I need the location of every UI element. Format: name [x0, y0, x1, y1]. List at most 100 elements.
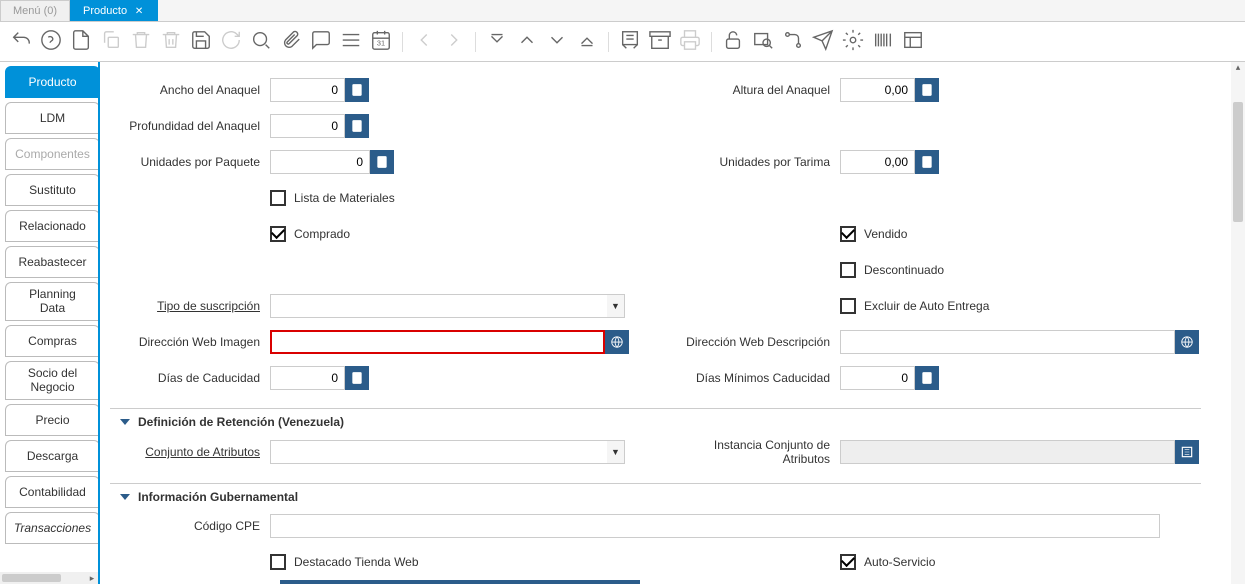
- tab-menu[interactable]: Menú (0): [0, 0, 70, 21]
- sidebar-item-producto[interactable]: Producto: [5, 66, 100, 98]
- last-icon[interactable]: [576, 29, 598, 54]
- tab-menu-label: Menú (0): [13, 5, 57, 17]
- main-area: Producto LDM Componentes Sustituto Relac…: [0, 62, 1245, 584]
- checkbox-destacado-tienda[interactable]: [270, 554, 286, 570]
- calc-button[interactable]: [345, 366, 369, 390]
- tab-producto[interactable]: Producto ✕: [70, 0, 158, 21]
- label-altura-anaquel: Altura del Anaquel: [680, 83, 840, 97]
- lock-icon[interactable]: [722, 29, 744, 54]
- close-icon[interactable]: ✕: [133, 5, 145, 17]
- label-destacado-tienda: Destacado Tienda Web: [294, 555, 419, 569]
- first-icon[interactable]: [486, 29, 508, 54]
- new-icon[interactable]: [70, 29, 92, 54]
- sidebar-item-planning[interactable]: PlanningData: [5, 282, 100, 321]
- copy-icon: [100, 29, 122, 54]
- input-dir-web-desc[interactable]: [840, 330, 1175, 354]
- section-gobierno[interactable]: Información Gubernamental: [110, 483, 1201, 504]
- separator: [608, 32, 609, 52]
- attr-button[interactable]: [1175, 440, 1199, 464]
- sidebar-item-ldm[interactable]: LDM: [5, 102, 100, 134]
- sidebar-item-componentes[interactable]: Componentes: [5, 138, 100, 170]
- sidebar-item-sustituto[interactable]: Sustituto: [5, 174, 100, 206]
- section-title: Definición de Retención (Venezuela): [138, 415, 344, 429]
- label-tipo-suscripcion: Tipo de suscripción: [110, 299, 270, 313]
- checkbox-lista-materiales[interactable]: [270, 190, 286, 206]
- zoom-icon[interactable]: [752, 29, 774, 54]
- sidebar-item-precio[interactable]: Precio: [5, 404, 100, 436]
- calc-button[interactable]: [915, 150, 939, 174]
- label-unid-paquete: Unidades por Paquete: [110, 155, 270, 169]
- form-content: Ancho del Anaquel Altura del Anaquel Pro…: [100, 62, 1231, 584]
- input-inst-conjunto[interactable]: [840, 440, 1175, 464]
- checkbox-excluir-auto[interactable]: [840, 298, 856, 314]
- label-excluir-auto: Excluir de Auto Entrega: [864, 299, 989, 313]
- delete2-icon: [160, 29, 182, 54]
- window-icon[interactable]: [902, 29, 924, 54]
- list-icon[interactable]: [340, 29, 362, 54]
- report-icon[interactable]: [619, 29, 641, 54]
- up-icon[interactable]: [516, 29, 538, 54]
- chat-icon[interactable]: [310, 29, 332, 54]
- calc-button[interactable]: [345, 114, 369, 138]
- sidebar-item-transacciones[interactable]: Transacciones: [5, 512, 100, 544]
- sidebar-item-reabastecer[interactable]: Reabastecer: [5, 246, 100, 278]
- checkbox-auto-servicio[interactable]: [840, 554, 856, 570]
- label-dir-web-desc: Dirección Web Descripción: [680, 335, 840, 349]
- checkbox-vendido[interactable]: [840, 226, 856, 242]
- label-prof-anaquel: Profundidad del Anaquel: [110, 119, 270, 133]
- input-altura-anaquel[interactable]: [840, 78, 915, 102]
- sidebar-item-compras[interactable]: Compras: [5, 325, 100, 357]
- input-codigo-cpe[interactable]: [270, 514, 1160, 538]
- tab-producto-label: Producto: [83, 5, 127, 17]
- barcode-icon[interactable]: [872, 29, 894, 54]
- select-tipo-suscripcion[interactable]: [270, 294, 625, 318]
- collapse-icon: [120, 494, 130, 500]
- calc-button[interactable]: [915, 366, 939, 390]
- chevron-down-icon[interactable]: ▼: [607, 440, 625, 464]
- gear-icon[interactable]: [842, 29, 864, 54]
- checkbox-comprado[interactable]: [270, 226, 286, 242]
- section-retencion[interactable]: Definición de Retención (Venezuela): [110, 408, 1201, 429]
- window-tabs: Menú (0) Producto ✕: [0, 0, 1245, 22]
- calc-button[interactable]: [370, 150, 394, 174]
- vertical-scrollbar[interactable]: ▴: [1231, 62, 1245, 584]
- input-dias-caducidad[interactable]: [270, 366, 345, 390]
- sidebar-item-contabilidad[interactable]: Contabilidad: [5, 476, 100, 508]
- save-icon[interactable]: [190, 29, 212, 54]
- label-ancho-anaquel: Ancho del Anaquel: [110, 83, 270, 97]
- web-icon-button[interactable]: [605, 330, 629, 354]
- workflow-icon[interactable]: [782, 29, 804, 54]
- checkbox-descontinuado[interactable]: [840, 262, 856, 278]
- sidebar-item-relacionado[interactable]: Relacionado: [5, 210, 100, 242]
- input-unid-tarima[interactable]: [840, 150, 915, 174]
- attach-icon[interactable]: [280, 29, 302, 54]
- label-vendido: Vendido: [864, 227, 907, 241]
- sidebar: Producto LDM Componentes Sustituto Relac…: [0, 62, 100, 584]
- web-icon-button[interactable]: [1175, 330, 1199, 354]
- input-unid-paquete[interactable]: [270, 150, 370, 174]
- down-icon[interactable]: [546, 29, 568, 54]
- sidebar-hscroll[interactable]: ▸: [0, 572, 98, 584]
- help-icon[interactable]: [40, 29, 62, 54]
- sidebar-item-descarga[interactable]: Descarga: [5, 440, 100, 472]
- calendar-icon[interactable]: 31: [370, 29, 392, 54]
- toolbar: 31: [0, 22, 1245, 62]
- input-dir-web-img[interactable]: [270, 330, 605, 354]
- undo-icon[interactable]: [10, 29, 32, 54]
- calc-button[interactable]: [915, 78, 939, 102]
- label-lista-materiales: Lista de Materiales: [294, 191, 395, 205]
- search-icon[interactable]: [250, 29, 272, 54]
- send-icon[interactable]: [812, 29, 834, 54]
- archive-icon[interactable]: [649, 29, 671, 54]
- chevron-down-icon[interactable]: ▼: [607, 294, 625, 318]
- input-prof-anaquel[interactable]: [270, 114, 345, 138]
- label-conjunto-atributos: Conjunto de Atributos: [110, 445, 270, 459]
- sidebar-item-socio[interactable]: Socio delNegocio: [5, 361, 100, 400]
- select-conjunto-atributos[interactable]: [270, 440, 625, 464]
- input-ancho-anaquel[interactable]: [270, 78, 345, 102]
- label-auto-servicio: Auto-Servicio: [864, 555, 935, 569]
- next-icon: [443, 29, 465, 54]
- calc-button[interactable]: [345, 78, 369, 102]
- input-dias-min-caducidad[interactable]: [840, 366, 915, 390]
- copy-product-button[interactable]: Copiar desde otro Producto: [280, 580, 640, 584]
